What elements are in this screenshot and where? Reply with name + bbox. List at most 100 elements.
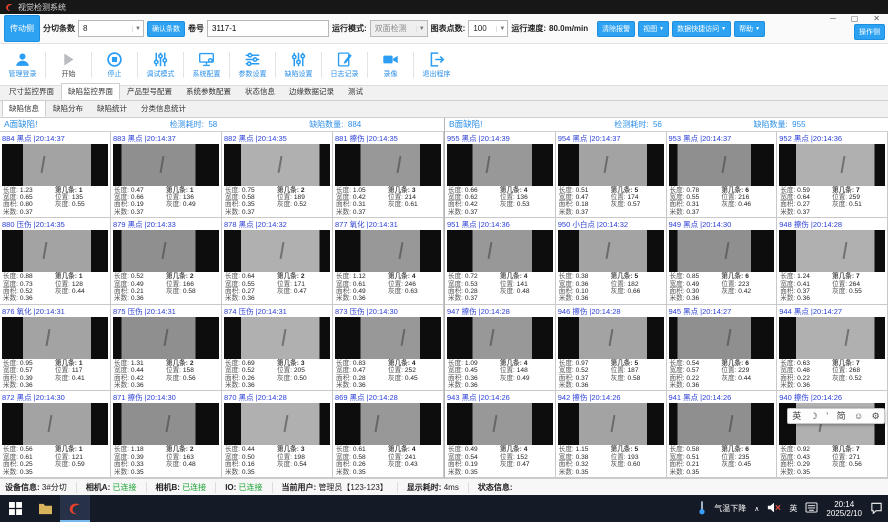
view-menu-button[interactable]: 视图▼: [638, 21, 669, 37]
defect-cell[interactable]: 871 擦伤 |20:14:30长度: 1.18宽度: 0.39面积: 0.33…: [111, 391, 222, 478]
sub-tab-0[interactable]: 缺陷信息: [2, 100, 46, 117]
status-item: 状态信息:: [468, 482, 513, 493]
toolbar-button-debug-mode[interactable]: 调试模式: [140, 51, 181, 79]
defect-cell[interactable]: 879 黑点 |20:14:33长度: 0.52宽度: 0.49面积: 0.21…: [111, 218, 222, 305]
defect-strip: 第几条: 7: [832, 273, 884, 280]
defect-width: 宽度: 0.48: [780, 367, 832, 374]
defect-cell[interactable]: 944 黑点 |20:14:27长度: 0.63宽度: 0.48面积: 0.22…: [777, 305, 888, 392]
defect-cell[interactable]: 878 黑点 |20:14:32长度: 0.64宽度: 0.55面积: 0.27…: [222, 218, 333, 305]
defect-cell[interactable]: 953 黑点 |20:14:37长度: 0.78宽度: 0.55面积: 0.31…: [667, 132, 778, 219]
defect-cell[interactable]: 940 擦伤 |20:14:26长度: 0.92宽度: 0.43面积: 0.29…: [777, 391, 888, 478]
main-tab-6[interactable]: 测试: [341, 83, 370, 100]
operation-side-button[interactable]: 操作侧: [854, 24, 885, 40]
notification-center-icon[interactable]: [870, 501, 883, 516]
chart-points-select[interactable]: 100 ▼: [468, 20, 508, 37]
defect-cell[interactable]: 946 擦伤 |20:14:28长度: 0.97宽度: 0.52面积: 0.37…: [556, 305, 667, 392]
ime-lang-en[interactable]: 英: [792, 409, 801, 423]
start-button[interactable]: [0, 495, 30, 522]
data-quick-access-button[interactable]: 数据快捷访问▼: [672, 21, 731, 37]
defect-length: 长度: 0.72: [448, 273, 500, 280]
toolbar-button-stop[interactable]: 停止: [94, 51, 135, 79]
defect-cell[interactable]: 881 擦伤 |20:14:35长度: 1.05宽度: 0.42面积: 0.31…: [333, 132, 444, 219]
ime-punctuation-icon[interactable]: ’: [826, 409, 828, 423]
minimize-button[interactable]: ─: [830, 15, 836, 23]
thermometer-icon[interactable]: [698, 500, 706, 517]
defect-mark: [488, 242, 493, 259]
main-tab-5[interactable]: 边缘数据记录: [282, 83, 341, 100]
sub-tab-2[interactable]: 缺陷统计: [90, 100, 134, 117]
main-tab-2[interactable]: 产品型号配置: [120, 83, 179, 100]
defect-cell[interactable]: 945 黑点 |20:14:27长度: 0.54宽度: 0.57面积: 0.22…: [667, 305, 778, 392]
main-tab-3[interactable]: 系统参数配置: [179, 83, 238, 100]
toolbar-button-start[interactable]: 开始: [48, 51, 89, 79]
defect-cell[interactable]: 954 黑点 |20:14:37长度: 0.51宽度: 0.47面积: 0.18…: [556, 132, 667, 219]
defect-position: 位置: 205: [277, 367, 329, 374]
toolbar-button-system-config[interactable]: 系统配置: [186, 51, 227, 79]
help-menu-button[interactable]: 帮助▼: [734, 21, 765, 37]
sub-tab-3[interactable]: 分类信息统计: [134, 100, 193, 117]
roll-input[interactable]: [207, 20, 329, 37]
defect-cell[interactable]: 949 黑点 |20:14:30长度: 0.85宽度: 0.49面积: 0.30…: [667, 218, 778, 305]
toolbar-button-video-record[interactable]: 录像: [370, 51, 411, 79]
defect-cell[interactable]: 942 擦伤 |20:14:26长度: 1.15宽度: 0.38面积: 0.32…: [556, 391, 667, 478]
ime-settings-icon[interactable]: ⚙: [872, 409, 880, 423]
defect-cell[interactable]: 943 黑点 |20:14:26长度: 0.49宽度: 0.54面积: 0.19…: [445, 391, 556, 478]
defect-area: 面积: 0.22: [780, 375, 832, 382]
defect-cell[interactable]: 872 黑点 |20:14:30长度: 0.56宽度: 0.61面积: 0.25…: [0, 391, 111, 478]
toolbar-button-exit-program[interactable]: 退出程序: [416, 51, 457, 79]
file-explorer-button[interactable]: [30, 495, 60, 522]
defect-cell[interactable]: 877 氧化 |20:14:31长度: 1.12宽度: 0.61面积: 0.49…: [333, 218, 444, 305]
slit-count-select[interactable]: 8 ▼: [78, 20, 144, 37]
sub-tab-1[interactable]: 缺陷分布: [46, 100, 90, 117]
app-taskbar-button[interactable]: [60, 495, 90, 522]
defect-cell[interactable]: 950 小白点 |20:14:32长度: 0.38宽度: 0.36面积: 0.1…: [556, 218, 667, 305]
defect-cell[interactable]: 955 黑点 |20:14:39长度: 0.66宽度: 0.62面积: 0.42…: [445, 132, 556, 219]
defect-cell[interactable]: 941 黑点 |20:14:26长度: 0.58宽度: 0.51面积: 0.21…: [667, 391, 778, 478]
ime-emoji-icon[interactable]: ☺: [854, 409, 863, 423]
defect-mark: [398, 242, 403, 259]
defect-cell[interactable]: 952 黑点 |20:14:36长度: 0.59宽度: 0.64面积: 0.27…: [777, 132, 888, 219]
defect-cell[interactable]: 873 压伤 |20:14:30长度: 0.83宽度: 0.47面积: 0.28…: [333, 305, 444, 392]
main-tab-0[interactable]: 尺寸监控界面: [2, 83, 61, 100]
run-mode-select[interactable]: 双面检测 ▼: [370, 20, 428, 37]
defect-cell[interactable]: 875 压伤 |20:14:31长度: 1.31宽度: 0.44面积: 0.42…: [111, 305, 222, 392]
defect-cell[interactable]: 948 擦伤 |20:14:28长度: 1.24宽度: 0.41面积: 0.37…: [777, 218, 888, 305]
ime-simplified[interactable]: 简: [837, 409, 846, 423]
volume-muted-icon[interactable]: [767, 502, 781, 515]
toolbar-button-param-settings[interactable]: 参数设置: [232, 51, 273, 79]
input-language-indicator[interactable]: 英: [789, 503, 797, 514]
weather-text[interactable]: 气温下降: [714, 503, 746, 514]
toolbar-button-defect-settings[interactable]: 缺陷设置: [278, 51, 319, 79]
app-logo-icon: [68, 502, 82, 516]
maximize-button[interactable]: ▢: [851, 15, 859, 23]
defect-cell[interactable]: 883 黑点 |20:14:37长度: 0.47宽度: 0.66面积: 0.19…: [111, 132, 222, 219]
defect-cell[interactable]: 947 擦伤 |20:14:28长度: 1.09宽度: 0.45面积: 0.36…: [445, 305, 556, 392]
defect-cell[interactable]: 884 黑点 |20:14:37长度: 1.23宽度: 0.65面积: 0.80…: [0, 132, 111, 219]
defect-cell[interactable]: 870 黑点 |20:14:28长度: 0.44宽度: 0.50面积: 0.16…: [222, 391, 333, 478]
defect-cell[interactable]: 882 黑点 |20:14:35长度: 0.75宽度: 0.58面积: 0.35…: [222, 132, 333, 219]
toolbar-button-admin-login[interactable]: 管理登录: [2, 51, 43, 79]
clear-alarm-button[interactable]: 清除报警: [597, 21, 635, 37]
defect-cell[interactable]: 951 黑点 |20:14:36长度: 0.72宽度: 0.53面积: 0.28…: [445, 218, 556, 305]
ime-moon-icon[interactable]: ☽: [810, 409, 818, 423]
close-button[interactable]: ✕: [873, 15, 880, 23]
defect-area: 面积: 0.19: [448, 461, 500, 468]
defect-length: 长度: 1.12: [336, 273, 388, 280]
defect-cell[interactable]: 869 黑点 |20:14:28长度: 0.61宽度: 0.58面积: 0.26…: [333, 391, 444, 478]
defect-cell-header: 870 黑点 |20:14:28: [222, 391, 332, 403]
toolbar-button-log-record[interactable]: 日志记录: [324, 51, 365, 79]
defect-mark: [844, 329, 849, 346]
taskbar-clock[interactable]: 20:142025/2/10: [826, 500, 862, 518]
defect-cell[interactable]: 874 压伤 |20:14:31长度: 0.69宽度: 0.52面积: 0.26…: [222, 305, 333, 392]
main-tab-1[interactable]: 缺陷监控界面: [61, 83, 120, 100]
defect-cell[interactable]: 876 氧化 |20:14:31长度: 0.95宽度: 0.57面积: 0.39…: [0, 305, 111, 392]
ime-mode-icon[interactable]: [805, 502, 818, 515]
defect-cell[interactable]: 880 压伤 |20:14:35长度: 0.88宽度: 0.73面积: 0.52…: [0, 218, 111, 305]
defect-area: 面积: 0.42: [448, 201, 500, 208]
confirm-count-button[interactable]: 确认条数: [147, 21, 185, 37]
main-tab-4[interactable]: 状态信息: [238, 83, 282, 100]
defect-meter: 米数: 0.37: [448, 295, 500, 302]
defect-meter: 米数: 0.37: [780, 209, 832, 216]
transmission-side-button[interactable]: 传动侧: [4, 15, 40, 42]
tray-expand-icon[interactable]: ∧: [754, 505, 759, 513]
